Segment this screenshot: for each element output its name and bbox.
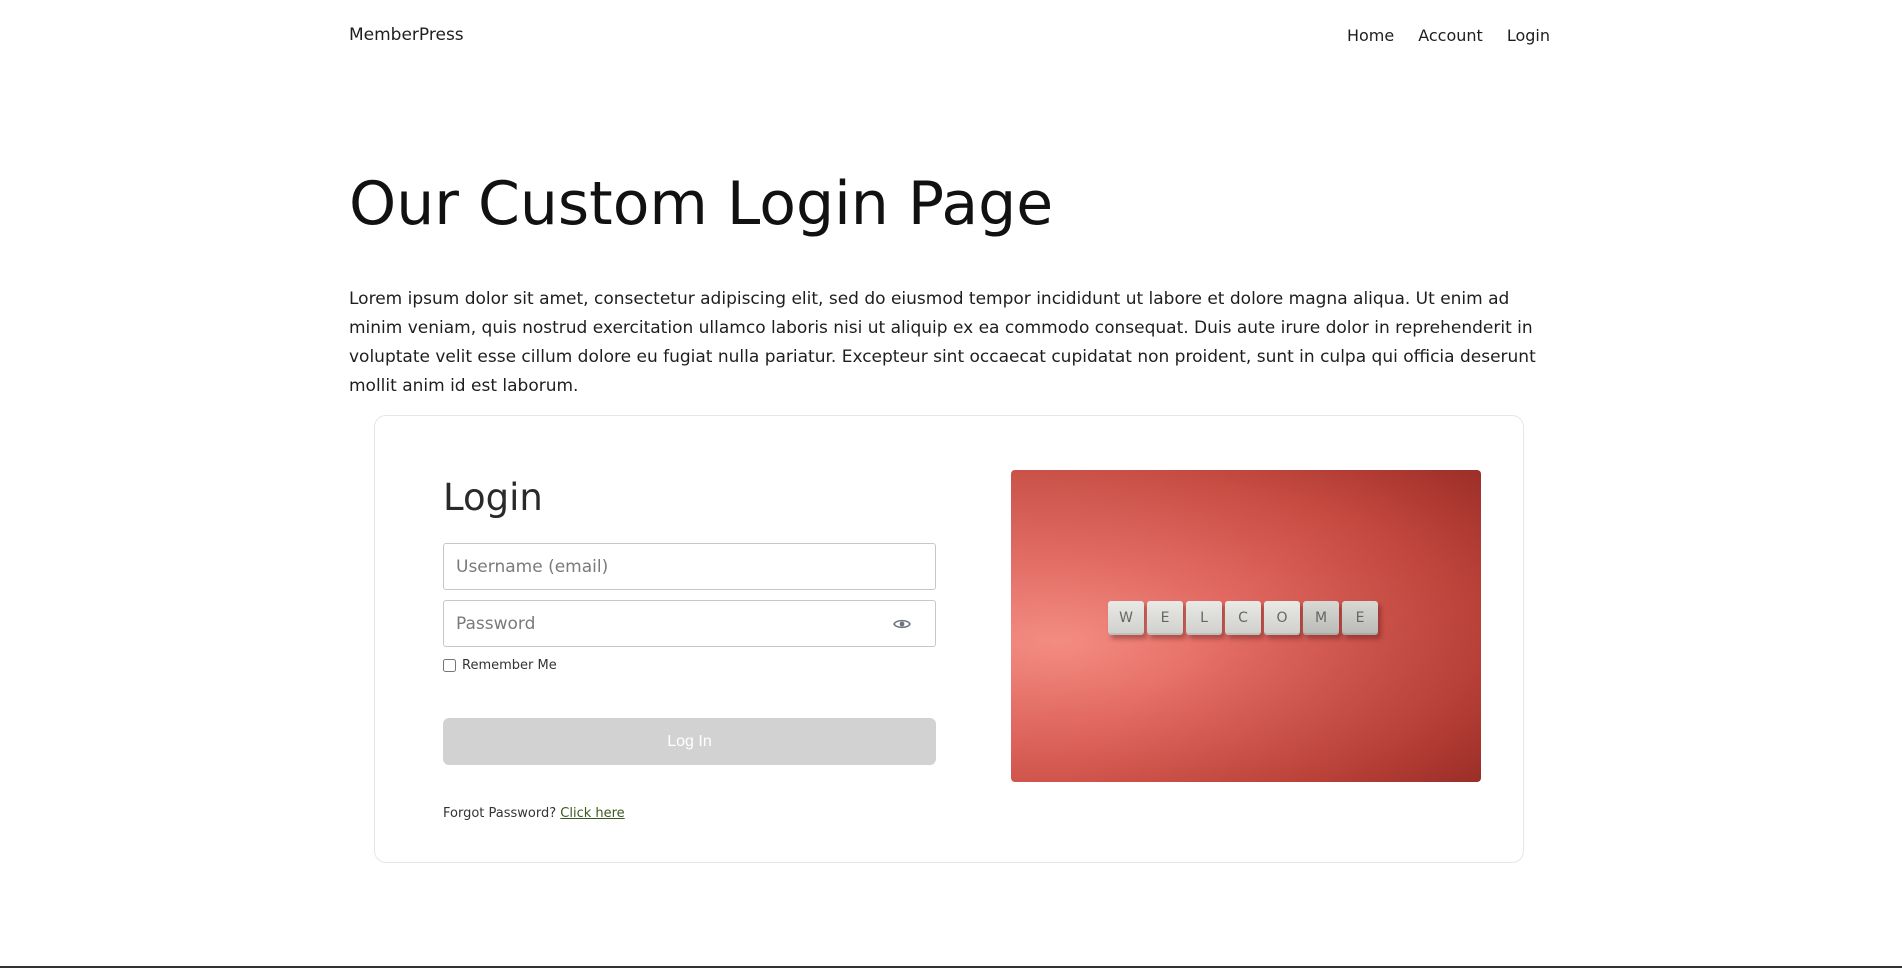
site-header: MemberPress Home Account Login (349, 20, 1550, 50)
password-input[interactable] (443, 600, 936, 647)
remember-me: Remember Me (443, 658, 557, 673)
site-brand-link[interactable]: MemberPress (349, 25, 464, 45)
nav-home[interactable]: Home (1347, 26, 1394, 45)
intro-paragraph: Lorem ipsum dolor sit amet, consectetur … (349, 289, 1536, 396)
letter-tile: E (1147, 601, 1183, 635)
forgot-password-link[interactable]: Click here (560, 806, 624, 821)
letter-tile: L (1186, 601, 1222, 635)
letter-tile: C (1225, 601, 1261, 635)
nav-login[interactable]: Login (1507, 26, 1550, 45)
letter-tile: E (1342, 601, 1378, 635)
nav-account[interactable]: Account (1418, 26, 1483, 45)
username-input[interactable] (443, 543, 936, 590)
main-nav: Home Account Login (1347, 26, 1550, 45)
forgot-password: Forgot Password? Click here (443, 806, 625, 821)
letter-tile: M (1303, 601, 1339, 635)
forgot-password-text: Forgot Password? (443, 806, 557, 821)
eye-icon[interactable] (891, 613, 913, 635)
letter-tile: O (1264, 601, 1300, 635)
log-in-button[interactable]: Log In (443, 718, 936, 765)
remember-me-checkbox[interactable] (443, 659, 456, 672)
page: MemberPress Home Account Login Our Custo… (0, 0, 1902, 968)
login-card: Login Remember Me Log In Forgot Password… (374, 415, 1524, 863)
welcome-image: W E L C O M E (1011, 470, 1481, 782)
login-heading: Login (443, 476, 543, 519)
remember-me-label: Remember Me (462, 658, 557, 673)
letter-tile: W (1108, 601, 1144, 635)
welcome-tiles: W E L C O M E (1108, 601, 1378, 635)
page-title: Our Custom Login Page (349, 169, 1054, 239)
